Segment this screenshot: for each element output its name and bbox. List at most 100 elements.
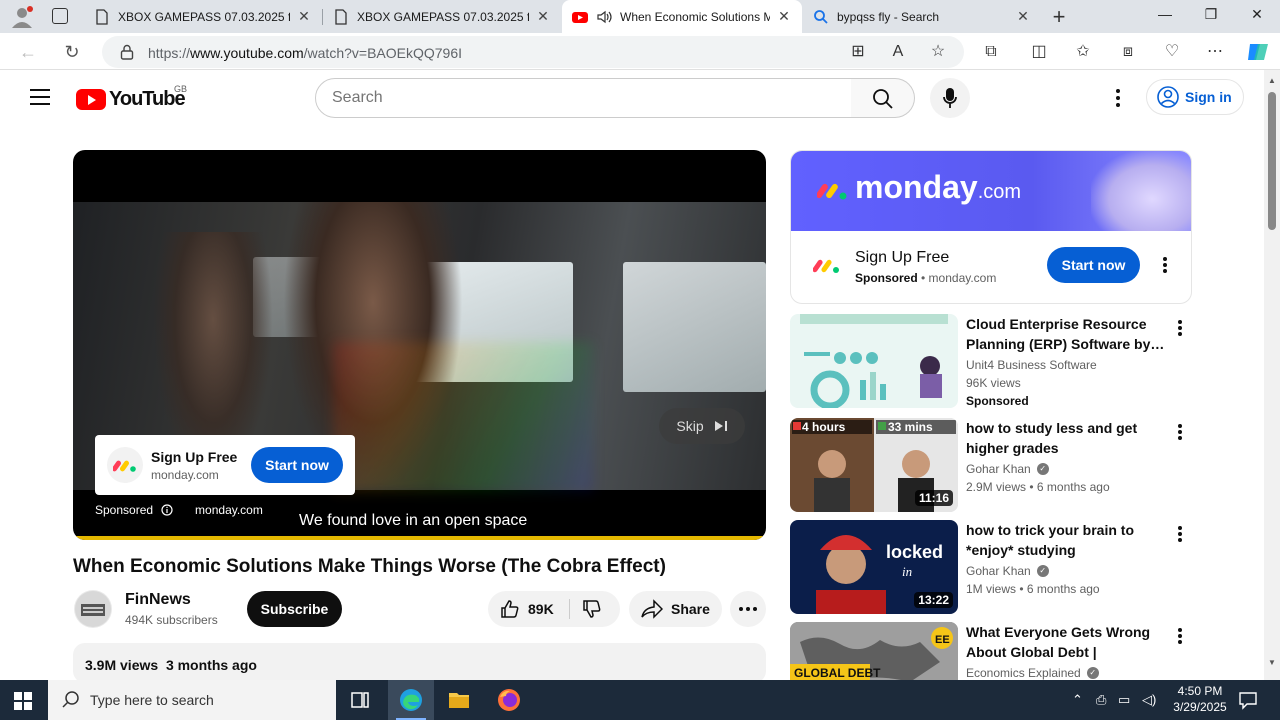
windows-start-icon[interactable] xyxy=(14,692,32,710)
description-box[interactable]: 3.9M views 3 months ago xyxy=(73,643,766,683)
ad-banner[interactable]: monday.com xyxy=(791,151,1191,231)
tray-device-icon[interactable]: ⎙ xyxy=(1096,692,1106,708)
refresh-icon[interactable]: ↻ xyxy=(62,42,82,62)
scrollbar-thumb[interactable] xyxy=(1268,92,1276,230)
sign-in-button[interactable]: Sign in xyxy=(1146,79,1244,115)
recommended-video-2[interactable]: 4 hours 33 mins 11:16 how to study less … xyxy=(790,418,1190,512)
audio-playing-icon[interactable] xyxy=(596,9,612,25)
browser-tab-4[interactable]: bypqss fly - Search ✕ xyxy=(803,0,1041,33)
video-player[interactable]: Skip Sign Up Free monday.com Start now S… xyxy=(73,150,766,540)
browser-tab-1[interactable]: XBOX GAMEPASS 07.03.2025 fixed ✕ xyxy=(84,0,322,33)
video-thumbnail[interactable]: locked in 13:22 xyxy=(790,520,958,614)
video-thumbnail[interactable] xyxy=(790,314,958,408)
sponsored-domain-link[interactable]: monday.com xyxy=(195,503,263,517)
volume-icon[interactable]: ◁) xyxy=(1142,692,1156,708)
copilot-icon[interactable] xyxy=(1246,41,1270,63)
search-button[interactable] xyxy=(851,78,915,118)
browser-essentials-icon[interactable]: ♡ xyxy=(1162,42,1182,62)
skip-ad-button[interactable]: Skip xyxy=(659,408,745,444)
close-tab-icon[interactable]: ✕ xyxy=(776,8,792,25)
taskbar-search-box[interactable]: Type here to search xyxy=(48,680,336,720)
more-options-icon[interactable] xyxy=(1108,86,1128,110)
browser-tab-3-active[interactable]: When Economic Solutions M ✕ xyxy=(562,0,802,33)
close-window-icon[interactable]: ✕ xyxy=(1242,6,1272,23)
info-icon[interactable] xyxy=(161,504,173,516)
ad-start-now-button[interactable]: Start now xyxy=(1047,247,1140,283)
restore-icon[interactable]: ❐ xyxy=(1196,6,1226,23)
address-bar[interactable]: https://www.youtube.com/watch?v=BAOEkQQ7… xyxy=(102,36,964,68)
more-options-icon[interactable] xyxy=(1176,318,1184,338)
search-input[interactable] xyxy=(315,78,852,118)
file-explorer-icon[interactable] xyxy=(447,688,471,712)
channel-name[interactable]: Unit4 Business Software xyxy=(966,358,1097,372)
tab-title: When Economic Solutions M xyxy=(620,9,770,24)
video-title[interactable]: What Everyone Gets Wrong About Global De… xyxy=(966,622,1166,662)
more-options-icon[interactable] xyxy=(1176,626,1184,646)
new-tab-icon[interactable]: + xyxy=(1047,4,1071,30)
video-thumbnail[interactable]: EE GLOBAL DEBT xyxy=(790,622,958,680)
network-icon[interactable]: ▭ xyxy=(1118,692,1130,708)
url-text[interactable]: https://www.youtube.com/watch?v=BAOEkQQ7… xyxy=(148,45,462,61)
lock-icon[interactable] xyxy=(120,44,134,60)
more-actions-button[interactable] xyxy=(730,591,766,627)
like-count[interactable]: 89K xyxy=(528,601,554,617)
channel-name[interactable]: Economics Explained ✓ xyxy=(966,666,1099,680)
settings-more-icon[interactable]: ⋯ xyxy=(1205,42,1225,62)
light-flare xyxy=(333,342,593,492)
subscribe-button[interactable]: Subscribe xyxy=(247,591,342,627)
minimize-icon[interactable]: — xyxy=(1150,6,1180,22)
channel-name[interactable]: FinNews xyxy=(125,591,191,609)
tab-actions-icon[interactable] xyxy=(52,8,68,24)
video-title[interactable]: Cloud Enterprise Resource Planning (ERP)… xyxy=(966,314,1166,354)
firefox-icon[interactable] xyxy=(497,688,521,712)
player-ad-card[interactable]: Sign Up Free monday.com Start now xyxy=(95,435,355,495)
recommended-video-1[interactable]: Cloud Enterprise Resource Planning (ERP)… xyxy=(790,314,1190,408)
page-scrollbar[interactable]: ▲ ▼ xyxy=(1264,70,1280,680)
video-title[interactable]: how to study less and get higher grades xyxy=(966,418,1166,458)
task-view-icon[interactable] xyxy=(348,688,372,712)
back-icon[interactable]: ← xyxy=(18,42,38,62)
youtube-logo[interactable]: YouTube xyxy=(76,88,186,110)
voice-search-button[interactable] xyxy=(930,78,970,118)
scroll-up-icon[interactable]: ▲ xyxy=(1268,76,1276,85)
thumbnail-text: in xyxy=(902,564,912,579)
tray-expand-icon[interactable]: ⌃ xyxy=(1072,692,1083,708)
ad-progress-bar[interactable] xyxy=(73,536,766,540)
menu-icon[interactable] xyxy=(30,89,50,105)
ad-start-now-button[interactable]: Start now xyxy=(251,447,343,483)
close-tab-icon[interactable]: ✕ xyxy=(296,8,312,25)
dislike-icon[interactable] xyxy=(582,599,602,619)
collections-icon[interactable]: ⧈ xyxy=(1118,42,1138,62)
like-icon[interactable] xyxy=(500,599,520,619)
channel-avatar[interactable] xyxy=(74,590,112,628)
close-tab-icon[interactable]: ✕ xyxy=(1015,8,1031,25)
system-clock[interactable]: 4:50 PM 3/29/2025 xyxy=(1160,683,1240,715)
video-caption: We found love in an open space xyxy=(293,510,534,532)
split-screen-icon[interactable]: ◫ xyxy=(1029,42,1049,62)
favorite-star-icon[interactable]: ☆ xyxy=(928,42,948,62)
video-thumbnail[interactable]: 4 hours 33 mins 11:16 xyxy=(790,418,958,512)
browser-tab-2[interactable]: XBOX GAMEPASS 07.03.2025 fixed ✕ xyxy=(323,0,561,33)
more-options-icon[interactable] xyxy=(1157,255,1173,275)
more-options-icon[interactable] xyxy=(1176,524,1184,544)
edge-browser-icon[interactable] xyxy=(399,688,423,712)
sidebar-ad[interactable]: monday.com Sign Up Free Sponsored • mond… xyxy=(790,150,1192,304)
recommended-video-4[interactable]: EE GLOBAL DEBT What Everyone Gets Wrong … xyxy=(790,622,1190,680)
recommended-video-3[interactable]: locked in 13:22 how to trick your brain … xyxy=(790,520,1190,614)
channel-name[interactable]: Gohar Khan ✓ xyxy=(966,462,1049,476)
bing-search-icon xyxy=(814,9,828,24)
notification-center-icon[interactable] xyxy=(1238,690,1258,710)
more-options-icon[interactable] xyxy=(1176,422,1184,442)
profile-icon[interactable] xyxy=(10,6,34,28)
video-title[interactable]: how to trick your brain to *enjoy* study… xyxy=(966,520,1166,560)
channel-name[interactable]: Gohar Khan ✓ xyxy=(966,564,1049,578)
share-button[interactable]: Share xyxy=(629,591,722,627)
region-code: GB xyxy=(174,84,188,94)
close-tab-icon[interactable]: ✕ xyxy=(535,8,551,25)
extensions-icon[interactable]: ⧉ xyxy=(981,42,1001,62)
app-available-icon[interactable]: ⊞ xyxy=(848,42,868,62)
scroll-down-icon[interactable]: ▼ xyxy=(1268,658,1276,667)
world-map-thumbnail: EE GLOBAL DEBT xyxy=(790,622,958,680)
read-aloud-icon[interactable]: A xyxy=(888,42,908,62)
favorites-icon[interactable]: ✩ xyxy=(1073,42,1093,62)
